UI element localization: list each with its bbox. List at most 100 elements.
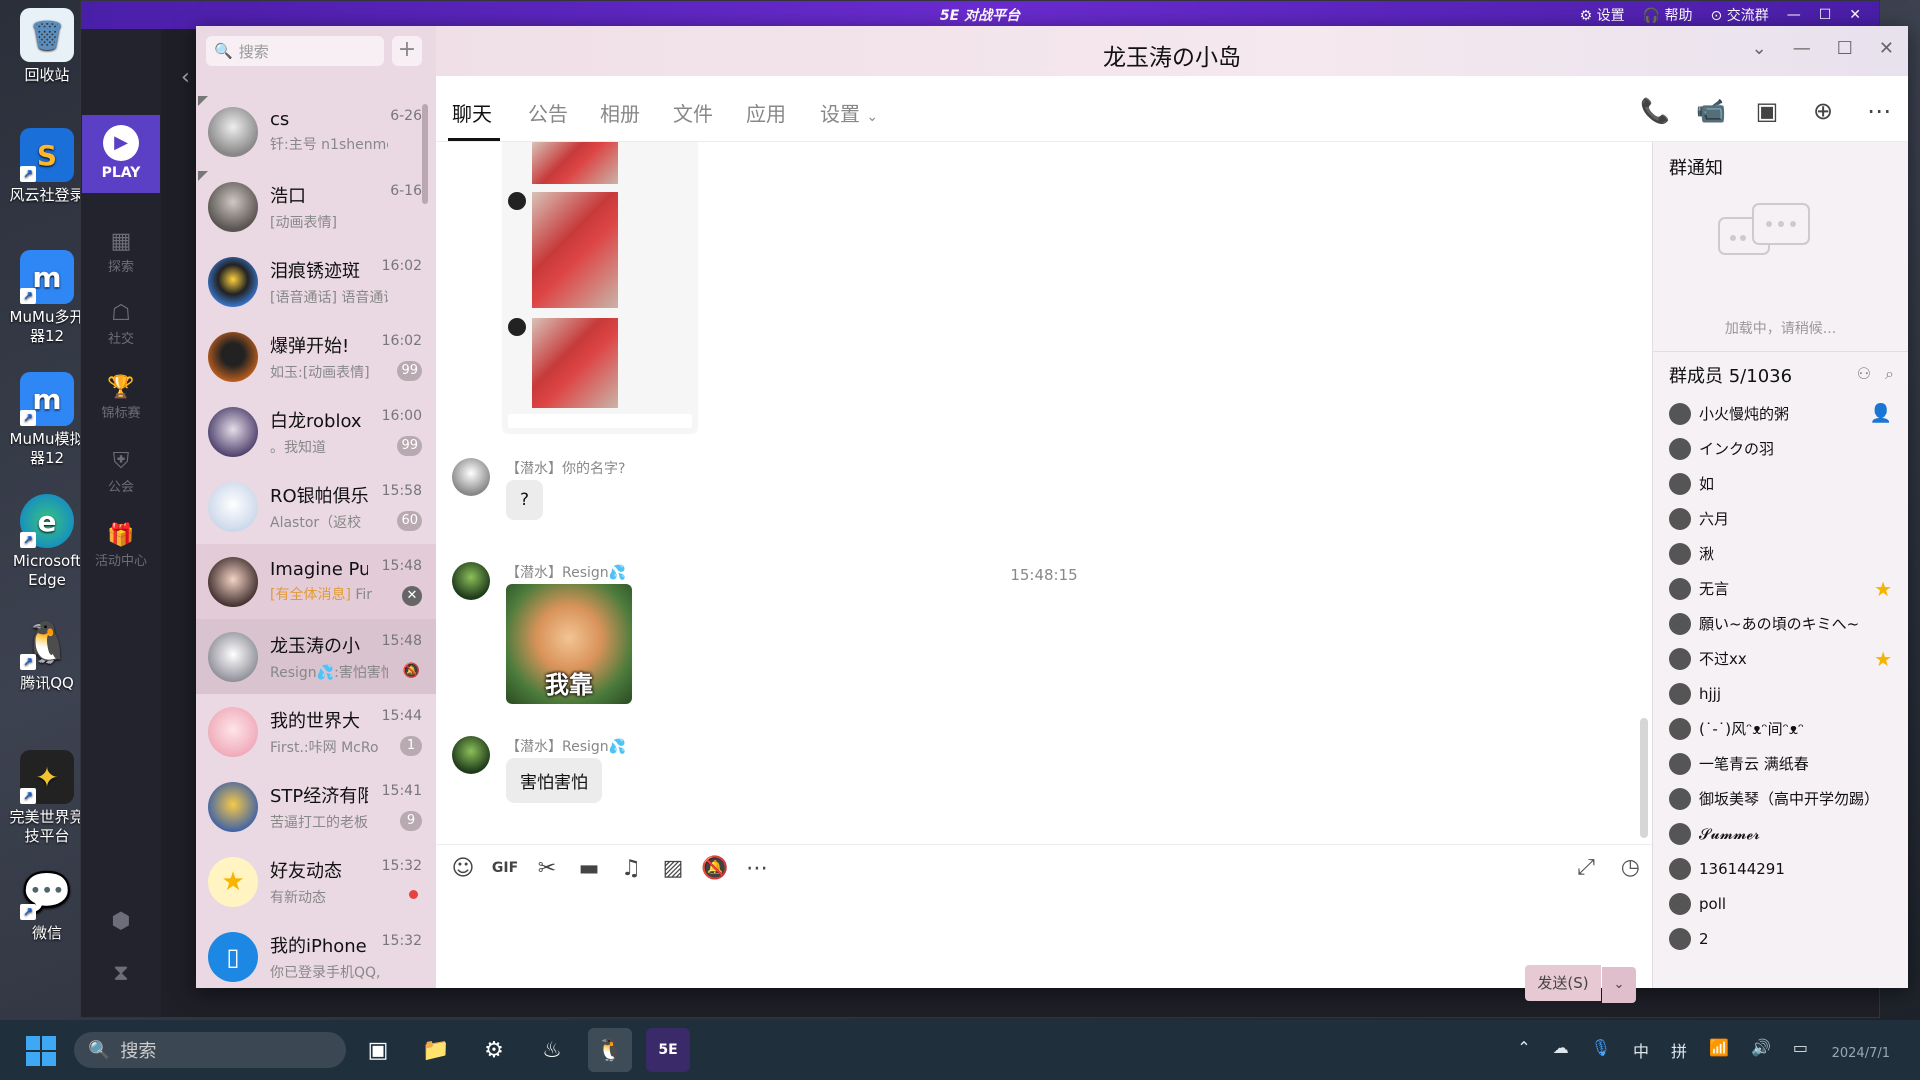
send-button[interactable]: 发送(S): [1525, 965, 1601, 1001]
voice-call-icon[interactable]: 📞: [1640, 96, 1670, 126]
tab-announcement[interactable]: 公告: [528, 98, 568, 127]
mumu-emulator-shortcut[interactable]: m ↗ MuMu模拟器12: [4, 372, 90, 468]
member-item[interactable]: 不过xx ★: [1653, 641, 1908, 676]
remove-icon[interactable]: ✕: [402, 586, 422, 606]
add-member-icon[interactable]: ⚇: [1857, 364, 1871, 384]
onedrive-icon[interactable]: ☁: [1553, 1038, 1569, 1062]
message-bubble[interactable]: ?: [506, 480, 544, 520]
member-item[interactable]: 无言 ★: [1653, 571, 1908, 606]
maximize-button[interactable]: ☐: [1837, 38, 1853, 59]
shared-image-card[interactable]: [502, 142, 698, 434]
member-item[interactable]: 136144291: [1653, 851, 1908, 886]
nav-tournament[interactable]: 🏆 锦标赛: [81, 375, 161, 421]
contact-item[interactable]: STP经济有限 苦逼打工的老板 15:41 9: [196, 769, 436, 844]
nav-social[interactable]: ☖ 社交: [81, 301, 161, 347]
member-item[interactable]: 願い~あの頃のキミへ~: [1653, 606, 1908, 641]
task-view-icon[interactable]: ▣: [356, 1028, 400, 1072]
file-explorer-icon[interactable]: 📁: [414, 1028, 458, 1072]
platform-group-button[interactable]: ⊙ 交流群: [1711, 5, 1769, 25]
message-bubble[interactable]: 害怕害怕: [506, 758, 602, 803]
qq-shortcut[interactable]: 🐧 ↗ 腾讯QQ: [4, 616, 90, 693]
contact-item[interactable]: cs 钎:主号 n1shenmeyi 6-26: [196, 94, 436, 169]
battery-icon[interactable]: ▭: [1793, 1038, 1808, 1062]
close-button[interactable]: ✕: [1879, 38, 1894, 59]
member-item[interactable]: hjjj: [1653, 676, 1908, 711]
platform-help-button[interactable]: 🎧 帮助: [1643, 5, 1693, 25]
fengyun-shortcut[interactable]: S ↗ 风云社登录: [4, 128, 90, 205]
contact-item[interactable]: Imagine Pu [有全体消息] Fir 15:48 ✕: [196, 544, 436, 619]
folder-icon[interactable]: ▬: [576, 855, 602, 881]
search-icon[interactable]: ⌕: [1885, 364, 1894, 384]
edge-shortcut[interactable]: e ↗ Microsoft Edge: [4, 494, 90, 590]
video-call-icon[interactable]: 📹: [1696, 96, 1726, 126]
history-clock-icon[interactable]: ◷: [1621, 855, 1640, 880]
back-arrow-icon[interactable]: ‹: [181, 65, 190, 90]
tab-settings[interactable]: 设置 ⌄: [820, 98, 878, 127]
perfect-world-shortcut[interactable]: ✦ ↗ 完美世界竞技平台: [4, 750, 90, 846]
nav-guild[interactable]: ⛨ 公会: [81, 449, 161, 495]
maximize-button[interactable]: ☐: [1819, 7, 1832, 23]
input-method-icon[interactable]: 中: [1633, 1038, 1649, 1062]
expand-icon[interactable]: ⤢: [1577, 855, 1595, 880]
contact-item[interactable]: 我的世界大 First.:咔网 McRo 15:44 1: [196, 694, 436, 769]
more-icon[interactable]: ⋯: [744, 855, 770, 881]
add-button[interactable]: +: [392, 36, 422, 66]
avatar[interactable]: [452, 562, 490, 600]
music-icon[interactable]: ♫: [618, 855, 644, 881]
member-item[interactable]: 𝓢𝓾𝓶𝓶𝓮𝓻: [1653, 816, 1908, 851]
contact-item[interactable]: 爆弹开始! 如玉:[动画表情] 16:02 99: [196, 319, 436, 394]
tab-album[interactable]: 相册: [600, 98, 640, 127]
avatar[interactable]: [452, 458, 490, 496]
message-composer[interactable]: ☺ GIF ✂ ▬ ♫ ▨ 🔕 ⋯ ⤢ ◷ 发送(S) ⌄: [436, 844, 1652, 1003]
contact-item[interactable]: 浩口 [动画表情] 6-16: [196, 169, 436, 244]
nav-hourglass[interactable]: ⧗: [81, 961, 161, 988]
meme-image[interactable]: 我靠: [506, 584, 632, 704]
class-icon[interactable]: ▣: [1752, 96, 1782, 126]
nav-box[interactable]: ⬢: [81, 909, 161, 936]
volume-icon[interactable]: 🔊: [1751, 1038, 1771, 1062]
tab-apps[interactable]: 应用: [746, 98, 786, 127]
avatar[interactable]: [452, 736, 490, 774]
add-icon[interactable]: ⊕: [1808, 96, 1838, 126]
5e-app-icon[interactable]: 5E: [646, 1028, 690, 1072]
contact-item[interactable]: ▯ 我的iPhone 你已登录手机QQ, 15:32: [196, 919, 436, 994]
steam-icon[interactable]: ♨: [530, 1028, 574, 1072]
mute-bell-icon[interactable]: 🔕: [701, 855, 728, 881]
contact-item-selected[interactable]: 龙玉涛の小 Resign💦:害怕害怕 15:48 🔕: [196, 619, 436, 694]
taskbar-search-input[interactable]: 🔍 搜索: [74, 1032, 346, 1068]
member-item[interactable]: 湫: [1653, 536, 1908, 571]
mumu-multi-shortcut[interactable]: m ↗ MuMu多开器12: [4, 250, 90, 346]
keyboard-layout-icon[interactable]: 拼: [1671, 1038, 1687, 1062]
taskbar-date[interactable]: 2024/7/1: [1832, 1046, 1890, 1061]
wifi-icon[interactable]: 📶: [1709, 1038, 1729, 1062]
contact-item[interactable]: RO银帕俱乐 Alastor（返校 15:58 60: [196, 469, 436, 544]
nav-events[interactable]: 🎁 活动中心: [81, 523, 161, 569]
chevron-up-icon[interactable]: ⌃: [1517, 1038, 1530, 1062]
tab-files[interactable]: 文件: [673, 98, 713, 127]
close-button[interactable]: ✕: [1849, 7, 1861, 23]
nav-explore[interactable]: ▦ 探索: [81, 229, 161, 275]
play-button[interactable]: ▶ PLAY: [82, 115, 160, 193]
contact-item[interactable]: 泪痕锈迹斑 [语音通话] 语音通话结束 16:02: [196, 244, 436, 319]
windows-start-icon[interactable]: [26, 1036, 56, 1066]
recycle-bin-shortcut[interactable]: 🗑 回收站: [4, 8, 90, 85]
member-item[interactable]: poll: [1653, 886, 1908, 921]
tab-chat[interactable]: 聊天: [452, 98, 492, 127]
send-options-chevron-icon[interactable]: ⌄: [1602, 967, 1636, 1003]
wechat-shortcut[interactable]: 💬 ↗ 微信: [4, 866, 90, 943]
member-item[interactable]: (˙-˙)风ᵔᴥᵔ间ᵔᴥᵔ: [1653, 711, 1908, 746]
member-item[interactable]: 2: [1653, 921, 1908, 956]
member-item[interactable]: 御坂美琴（高中开学勿踢）: [1653, 781, 1908, 816]
settings-gear-icon[interactable]: ⚙: [472, 1028, 516, 1072]
contact-item[interactable]: 白龙roblox 。我知道 16:00 99: [196, 394, 436, 469]
sidebar-search-input[interactable]: 🔍 搜索: [206, 36, 384, 66]
contact-item[interactable]: ★ 好友动态 有新动态 15:32: [196, 844, 436, 919]
emoji-icon[interactable]: ☺: [450, 855, 476, 881]
message-scrollbar[interactable]: [1640, 718, 1648, 838]
member-item[interactable]: 一笔青云 满纸春: [1653, 746, 1908, 781]
minimize-button[interactable]: —: [1793, 38, 1811, 59]
member-item[interactable]: 小火慢炖的粥 👤: [1653, 396, 1908, 431]
mic-icon[interactable]: 🎙: [1591, 1038, 1611, 1062]
more-icon[interactable]: ⋯: [1864, 96, 1894, 126]
minimize-button[interactable]: —: [1787, 7, 1801, 23]
